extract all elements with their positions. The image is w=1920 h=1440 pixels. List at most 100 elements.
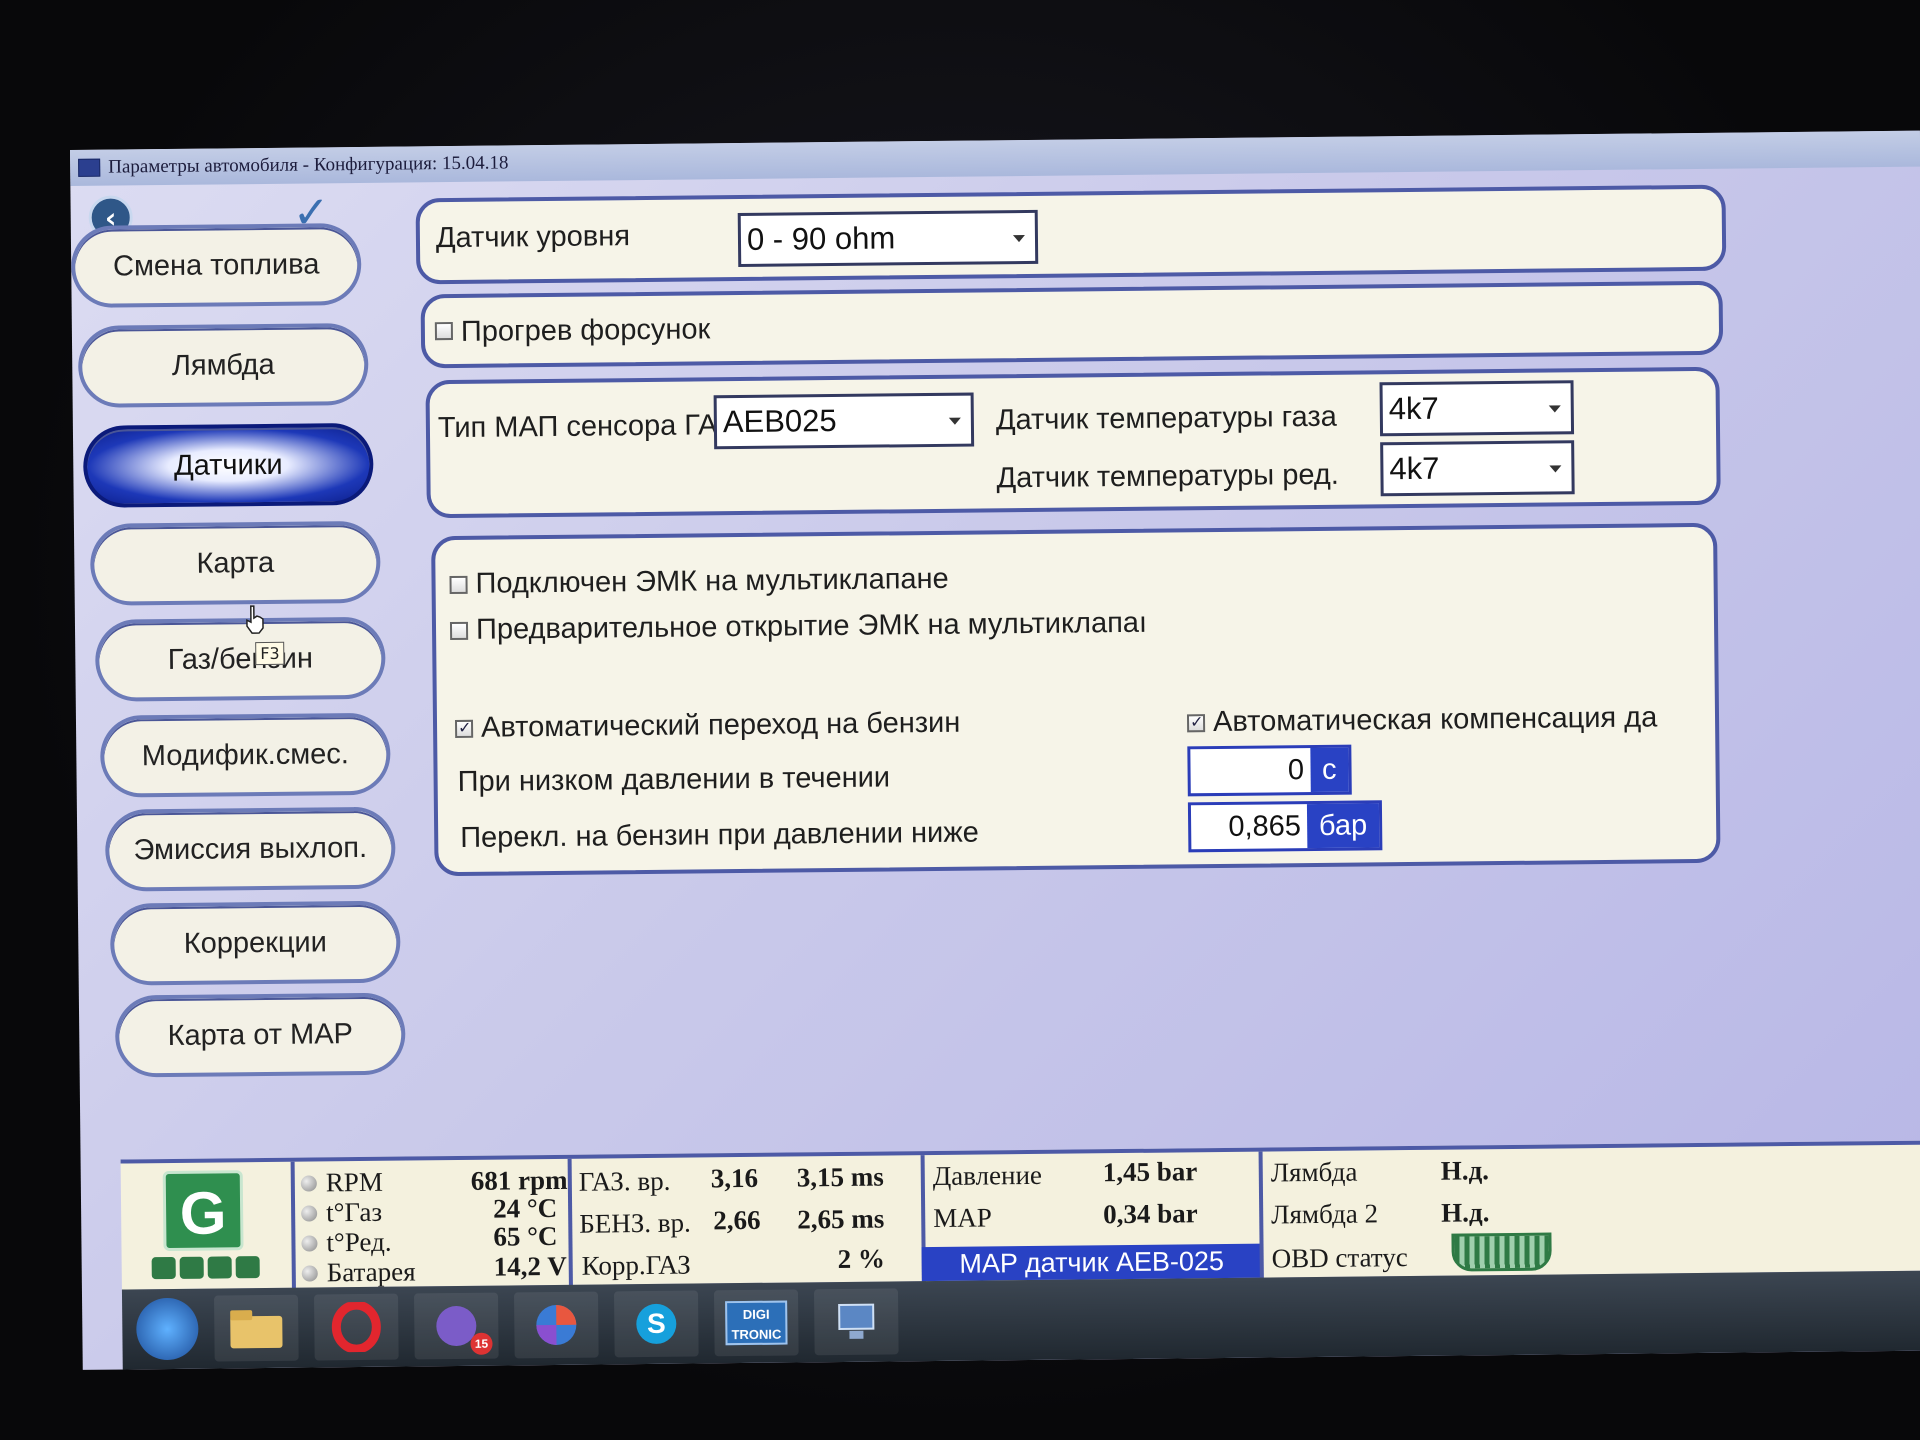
nav-fuel-change[interactable]: Смена топлива [70,222,362,308]
auto-comp-checkbox[interactable] [1186,714,1206,733]
gas-temp-select[interactable]: 4k7 [1379,380,1575,437]
windows-start-icon[interactable] [136,1297,199,1361]
gas-temp-label: Датчик температуры газа [995,400,1337,437]
nav-map[interactable]: Карта [89,520,381,606]
low-pressure-unit: с [1309,747,1349,793]
emk-preopen-label: Предварительное открытие ЭМК на мультикл… [475,606,1148,646]
chevron-down-icon [1012,235,1026,243]
map-label: MAP [933,1202,992,1234]
petrol-time-a: 2,66 [713,1204,761,1236]
battery-value: 14,2 V [493,1250,567,1282]
switch-pressure-value: 0,865 [1228,810,1302,843]
explorer-folder-icon[interactable] [214,1294,299,1362]
nav-mixture-mod[interactable]: Модифик.смес. [99,712,391,798]
emk-panel: Подключен ЭМК на мультиклапане Предварит… [431,522,1721,877]
low-pressure-field[interactable]: 0 с [1187,744,1352,797]
reducer-temp-label: Датчик температуры ред. [996,458,1339,495]
gas-correction-value: 2 % [837,1243,886,1275]
nav-exhaust-emission[interactable]: Эмиссия выхлоп. [104,806,396,892]
auto-switch-label: Автоматический переход на бензин [480,706,961,744]
battery-label: Батарея [326,1256,416,1288]
digitronic-logo: DIGI TRONIC [725,1300,788,1346]
nav-label: Коррекции [183,925,328,960]
opera-logo-icon [331,1301,381,1353]
level-sensor-value: 0 - 90 ohm [746,220,896,257]
emk-preopen-checkbox[interactable] [449,621,469,641]
obd-status-label: OBD статус [1271,1242,1408,1274]
gas-time-a: 3,16 [710,1162,759,1194]
level-sensor-label: Датчик уровня [435,220,631,255]
nav-sensors[interactable]: Датчики [82,422,374,508]
skype-logo-icon: S [636,1303,677,1344]
gas-mode-icon: G [162,1170,244,1252]
computer-network-icon [838,1303,875,1339]
nav-map-from-map[interactable]: Карта от MAP [114,992,406,1078]
lambda2-value: Н.д. [1441,1197,1490,1228]
gas-time-b: 3,15 ms [796,1161,884,1193]
injector-heat-panel: Прогрев форсунок [420,280,1724,369]
sidebar-nav: ‹ ✓ Смена топлива Лямбда Датчики Карта Г… [70,183,406,1176]
nav-label: Датчики [173,448,283,482]
tgas-label: t°Газ [325,1196,383,1228]
browser-swirl-icon[interactable] [513,1291,599,1359]
low-pressure-value: 0 [1287,754,1305,787]
window-title: Параметры автомобиля - Конфигурация: 15.… [108,152,509,178]
tred-value: 65 °C [493,1220,558,1252]
emk-connected-checkbox[interactable] [449,575,468,595]
status-bar: G RPM 681 rpm t°Газ 24 °C t°Ред. 65 °C Б… [120,1140,1920,1292]
nav-label: Лямбда [171,348,275,382]
map-value: 0,34 bar [1103,1198,1198,1230]
app-window: Параметры автомобиля - Конфигурация: 15.… [70,130,1920,1370]
nav-gas-petrol[interactable]: Газ/бензин [94,616,386,702]
level-sensor-panel: Датчик уровня 0 - 90 ohm [415,184,1727,285]
shortcut-tooltip: F3 [255,641,285,666]
lambda-label: Лямбда [1270,1156,1358,1188]
auto-comp-label: Автоматическая компенсация да [1212,701,1658,739]
nav-label: Карта от MAP [167,1017,354,1052]
petrol-time-b: 2,65 ms [797,1203,885,1235]
viber-icon[interactable]: 15 [413,1292,499,1360]
status-led-icon [301,1265,318,1282]
reducer-temp-value: 4k7 [1389,450,1440,487]
low-pressure-label: При низком давлении в течении [457,761,891,798]
map-type-select[interactable]: AEB025 [713,392,975,450]
divider [290,1161,296,1292]
auto-switch-checkbox[interactable] [454,719,474,738]
switch-pressure-field[interactable]: 0,865 бар [1187,800,1383,853]
gas-temp-value: 4k7 [1388,390,1439,427]
sensor-types-panel: Тип МАП сенсора ГАЗа AEB025 Датчик темпе… [425,366,1721,519]
emk-connected-label: Подключен ЭМК на мультиклапане [475,562,949,600]
nav-corrections[interactable]: Коррекции [109,900,401,986]
map-type-label: Тип МАП сенсора ГАЗа [437,408,751,445]
obd-connector-icon[interactable] [1451,1232,1552,1272]
gas-correction-label: Корр.ГАЗ [581,1249,691,1281]
notification-badge: 15 [470,1332,493,1355]
injector-heat-checkbox[interactable] [434,322,454,341]
fuel-mode-indicator[interactable]: G [151,1170,270,1281]
chevron-down-icon [1549,465,1562,473]
petrol-time-label: БЕНЗ. вр. [579,1207,691,1239]
status-led-icon [301,1205,318,1222]
chevron-down-icon [1548,405,1561,413]
lambda2-label: Лямбда 2 [1271,1198,1379,1230]
nav-label: Карта [196,546,275,580]
map-type-value: AEB025 [722,402,837,440]
skype-icon[interactable]: S [613,1290,699,1358]
pressure-value: 1,45 bar [1102,1156,1198,1188]
nav-lambda[interactable]: Лямбда [77,322,369,408]
reducer-temp-select[interactable]: 4k7 [1380,440,1575,497]
level-led-icon [179,1256,204,1279]
level-sensor-select[interactable]: 0 - 90 ohm [737,209,1039,268]
digitronic-icon[interactable]: DIGI TRONIC [713,1289,799,1357]
gas-time-label: ГАЗ. вр. [578,1165,671,1197]
level-led-icon [151,1256,176,1280]
map-sensor-band: MAP датчик AEB-025 [921,1243,1262,1282]
tgas-value: 24 °C [492,1192,558,1224]
network-app-icon[interactable] [813,1288,899,1356]
app-icon [78,158,101,177]
opera-icon[interactable] [313,1293,399,1361]
status-led-icon [301,1235,318,1252]
nav-label: Смена топлива [112,247,320,283]
svg-text:S: S [647,1308,666,1339]
hand-cursor-icon [246,605,264,634]
